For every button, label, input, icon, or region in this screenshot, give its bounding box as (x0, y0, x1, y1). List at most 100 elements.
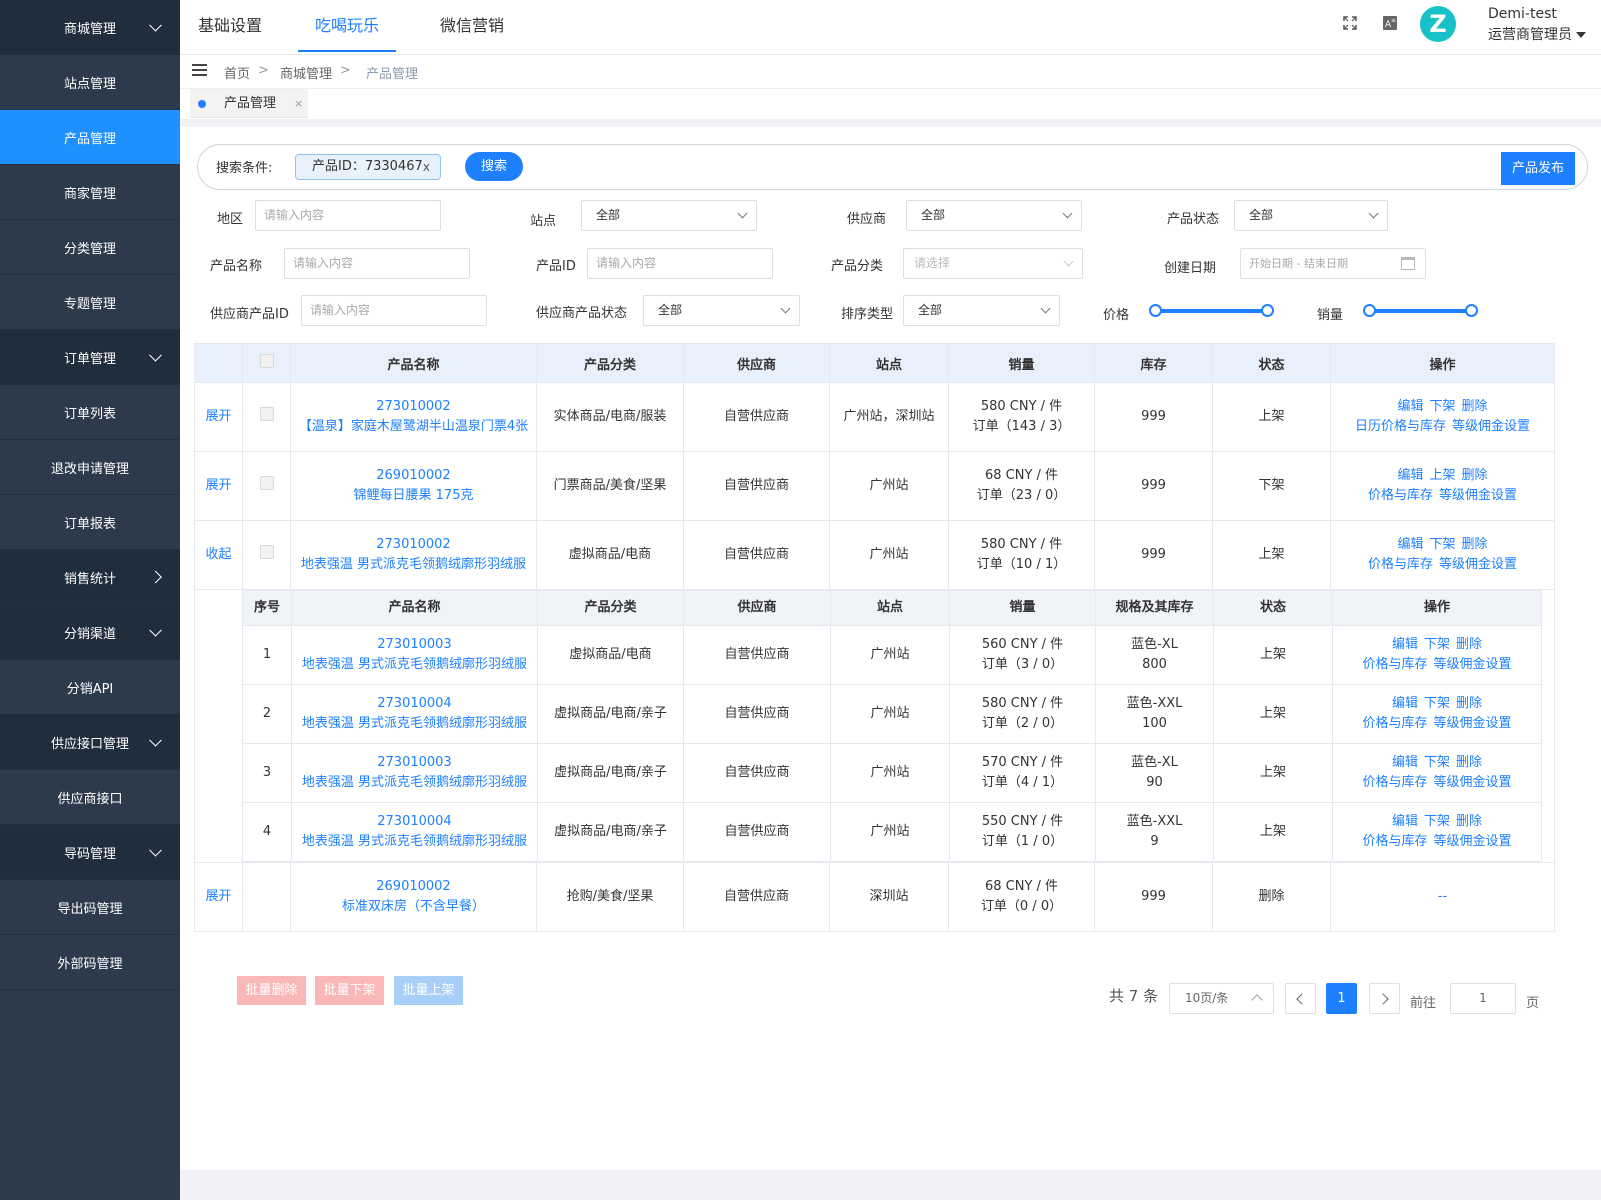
price-stock-link[interactable]: 价格与库存 (1362, 657, 1427, 672)
breadcrumb-home[interactable]: 首页 (224, 63, 250, 82)
delete-link[interactable]: 删除 (1462, 468, 1488, 483)
price-stock-link[interactable]: 价格与库存 (1368, 488, 1433, 503)
edit-link[interactable]: 编辑 (1397, 399, 1423, 414)
level-commission-link[interactable]: 等级佣金设置 (1434, 716, 1512, 731)
product-name-link[interactable]: 【温泉】家庭木屋鹭湖半山温泉门票4张 (299, 419, 528, 434)
sales-range-slider[interactable] (1363, 304, 1478, 317)
sidebar-item-5[interactable]: 专题管理 (0, 275, 180, 330)
product-id-link[interactable]: 269010002 (376, 879, 450, 894)
sidebar-item-17[interactable]: 外部码管理 (0, 935, 180, 990)
edit-link[interactable]: 编辑 (1392, 755, 1418, 770)
edit-link[interactable]: 编辑 (1397, 537, 1423, 552)
price-stock-link[interactable]: 价格与库存 (1362, 775, 1427, 790)
expand-toggle-link[interactable]: 收起 (205, 547, 231, 562)
level-commission-link[interactable]: 等级佣金设置 (1434, 775, 1512, 790)
sidebar-item-13[interactable]: 供应接口管理 (0, 715, 180, 770)
product-id-link[interactable]: 273010003 (377, 637, 451, 652)
sidebar-item-11[interactable]: 分销渠道 (0, 605, 180, 660)
level-commission-link[interactable]: 等级佣金设置 (1439, 557, 1517, 572)
level-commission-link[interactable]: 等级佣金设置 (1434, 834, 1512, 849)
product-name-link[interactable]: 地表强温 男式派克毛领鹅绒廓形羽绒服 (302, 716, 527, 731)
tab-basic-settings[interactable]: 基础设置 (180, 0, 280, 52)
sidebar-item-2[interactable]: 产品管理 (0, 110, 180, 165)
expand-toggle-link[interactable]: 展开 (205, 409, 231, 424)
sales-slider-max-handle[interactable] (1465, 304, 1478, 317)
level-commission-link[interactable]: 等级佣金设置 (1439, 488, 1517, 503)
price-range-slider[interactable] (1149, 304, 1274, 317)
product-name-link[interactable]: 标准双床房（不含早餐） (342, 899, 485, 914)
edit-link[interactable]: 编辑 (1392, 637, 1418, 652)
create-date-picker[interactable]: 开始日期 - 结束日期 (1240, 248, 1426, 279)
translate-icon[interactable]: A ≡ (1382, 15, 1398, 31)
sidebar-item-12[interactable]: 分销API (0, 660, 180, 715)
product-name-link[interactable]: 地表强温 男式派克毛领鹅绒廓形羽绒服 (302, 834, 527, 849)
shelf-toggle-link[interactable]: 下架 (1429, 537, 1455, 552)
prev-page-button[interactable] (1285, 983, 1316, 1014)
fullscreen-icon[interactable] (1342, 15, 1358, 31)
product-name-link[interactable]: 地表强温 男式派克毛领鹅绒廓形羽绒服 (301, 557, 526, 572)
tab-food-fun[interactable]: 吃喝玩乐 (298, 0, 396, 52)
sidebar-item-3[interactable]: 商家管理 (0, 165, 180, 220)
shelf-toggle-link[interactable]: 下架 (1424, 814, 1450, 829)
product-id-link[interactable]: 269010002 (376, 468, 450, 483)
edit-link[interactable]: 编辑 (1392, 814, 1418, 829)
product-id-link[interactable]: 273010004 (377, 696, 451, 711)
publish-product-button[interactable]: 产品发布 (1501, 152, 1575, 185)
sidebar-item-4[interactable]: 分类管理 (0, 220, 180, 275)
row-checkbox[interactable] (259, 475, 274, 490)
site-select[interactable]: 全部 (581, 200, 757, 231)
price-stock-link[interactable]: 价格与库存 (1362, 834, 1427, 849)
shelf-toggle-link[interactable]: 下架 (1424, 696, 1450, 711)
row-checkbox[interactable] (259, 406, 274, 421)
sidebar-item-9[interactable]: 订单报表 (0, 495, 180, 550)
level-commission-link[interactable]: 等级佣金设置 (1434, 657, 1512, 672)
close-icon[interactable]: × (294, 89, 303, 118)
page-tag[interactable]: 产品管理 × (190, 89, 308, 118)
bulk-off-shelf-button[interactable]: 批量下架 (315, 976, 384, 1005)
level-commission-link[interactable]: 等级佣金设置 (1452, 419, 1530, 434)
shelf-toggle-link[interactable]: 上架 (1429, 468, 1455, 483)
product-status-select[interactable]: 全部 (1234, 200, 1388, 231)
region-input[interactable]: 请输入内容 (255, 200, 441, 231)
expand-toggle-link[interactable]: 展开 (205, 478, 231, 493)
supplier-product-id-input[interactable]: 请输入内容 (301, 295, 487, 326)
breadcrumb-mall[interactable]: 商城管理 (280, 63, 332, 82)
expand-toggle-link[interactable]: 展开 (205, 889, 231, 904)
delete-link[interactable]: 删除 (1456, 755, 1482, 770)
sidebar-item-8[interactable]: 退改申请管理 (0, 440, 180, 495)
product-category-select[interactable]: 请选择 (903, 248, 1083, 279)
product-id-link[interactable]: 273010004 (377, 814, 451, 829)
price-stock-link[interactable]: 价格与库存 (1368, 557, 1433, 572)
product-id-input[interactable]: 请输入内容 (587, 248, 773, 279)
row-checkbox[interactable] (259, 544, 274, 559)
goto-page-input[interactable]: 1 (1450, 983, 1516, 1014)
select-all-checkbox[interactable] (259, 354, 274, 368)
product-name-link[interactable]: 锦鲤每日腰果 175克 (354, 488, 474, 503)
shelf-toggle-link[interactable]: 下架 (1424, 637, 1450, 652)
delete-link[interactable]: 删除 (1456, 696, 1482, 711)
shelf-toggle-link[interactable]: 下架 (1424, 755, 1450, 770)
sidebar-item-16[interactable]: 导出码管理 (0, 880, 180, 935)
sidebar-item-14[interactable]: 供应商接口 (0, 770, 180, 825)
delete-link[interactable]: 删除 (1456, 637, 1482, 652)
sidebar-item-15[interactable]: 导码管理 (0, 825, 180, 880)
delete-link[interactable]: 删除 (1462, 537, 1488, 552)
bulk-delete-button[interactable]: 批量删除 (237, 976, 306, 1005)
sidebar-item-0[interactable]: 商城管理 (0, 0, 180, 55)
user-role-dropdown[interactable]: 运营商管理员 (1488, 24, 1586, 44)
price-stock-link[interactable]: 价格与库存 (1362, 716, 1427, 731)
product-name-input[interactable]: 请输入内容 (284, 248, 470, 279)
product-id-link[interactable]: 273010003 (377, 755, 451, 770)
search-button[interactable]: 搜索 (465, 152, 523, 181)
product-id-link[interactable]: 273010002 (376, 537, 450, 552)
supplier-select[interactable]: 全部 (906, 200, 1082, 231)
sidebar-item-10[interactable]: 销售统计 (0, 550, 180, 605)
price-slider-max-handle[interactable] (1261, 304, 1274, 317)
page-size-select[interactable]: 10页/条 (1169, 983, 1274, 1014)
tab-wechat-marketing[interactable]: 微信营销 (422, 0, 522, 52)
product-name-link[interactable]: 地表强温 男式派克毛领鹅绒廓形羽绒服 (302, 775, 527, 790)
sidebar-item-7[interactable]: 订单列表 (0, 385, 180, 440)
sales-slider-min-handle[interactable] (1363, 304, 1376, 317)
delete-link[interactable]: 删除 (1456, 814, 1482, 829)
edit-link[interactable]: 编辑 (1397, 468, 1423, 483)
